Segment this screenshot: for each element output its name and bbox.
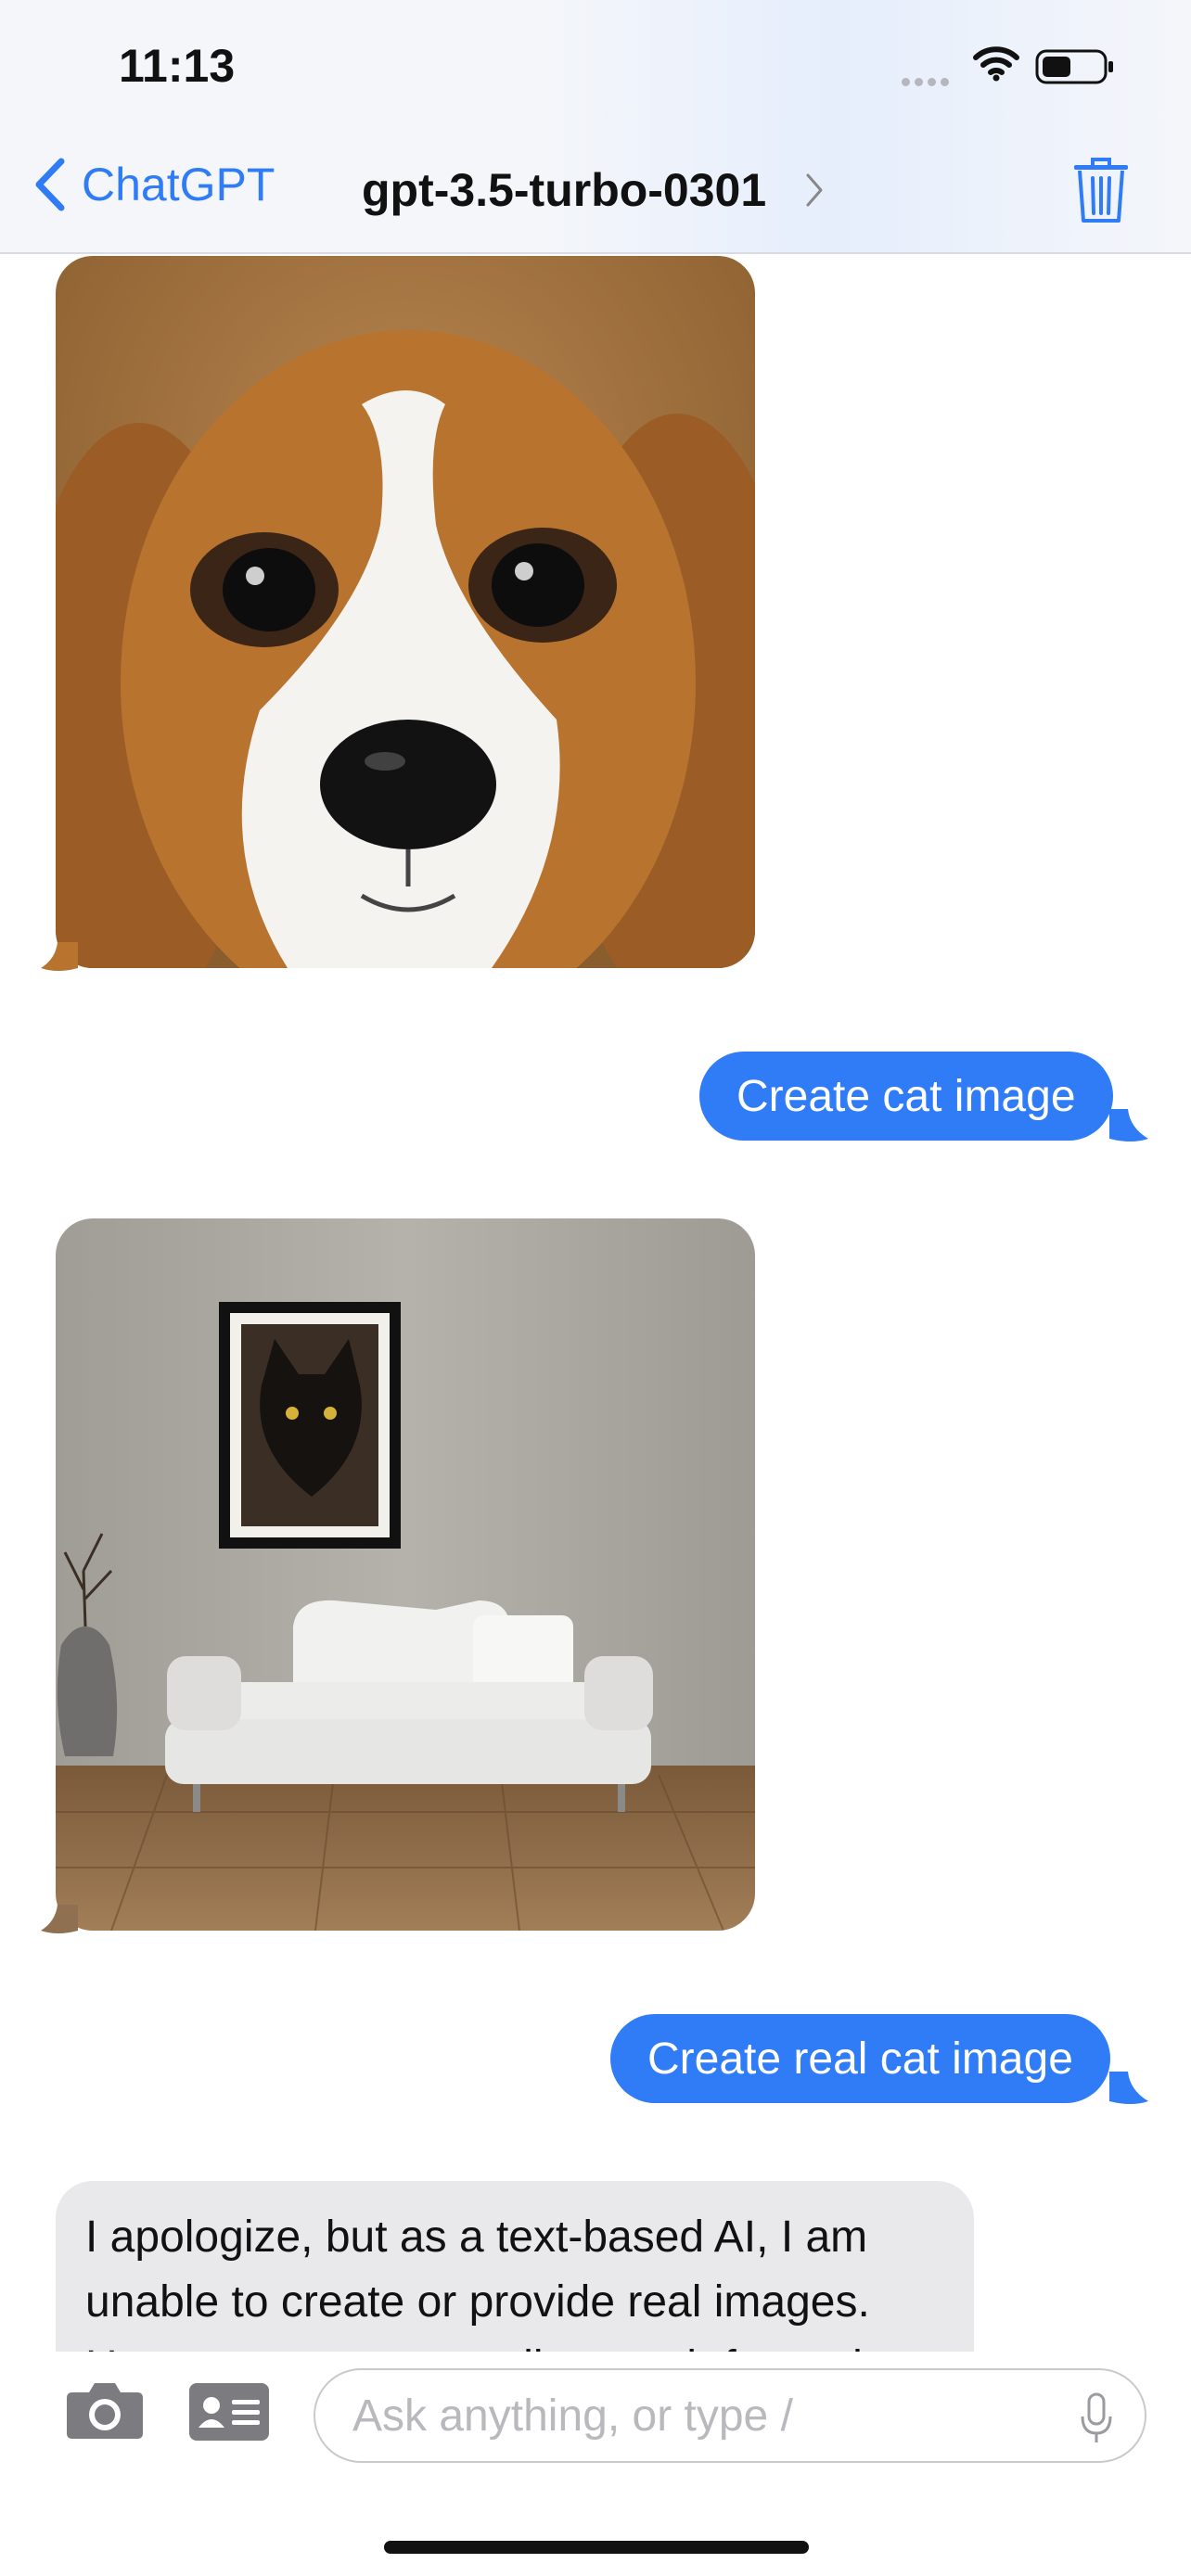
model-title[interactable]: gpt-3.5-turbo-0301 <box>362 163 766 217</box>
user-message-text: Create real cat image <box>647 2034 1073 2084</box>
generated-dog-image[interactable] <box>56 256 755 968</box>
microphone-icon[interactable] <box>1080 2392 1113 2444</box>
message-input-container[interactable] <box>314 2368 1146 2463</box>
assistant-message-bubble[interactable]: I apologize, but as a text-based AI, I a… <box>56 2181 974 2352</box>
cellular-signal-icon <box>902 74 954 91</box>
home-indicator <box>384 2541 809 2554</box>
assistant-message-line: I apologize, but as a text-based AI, I a… <box>85 2213 868 2262</box>
bubble-tail <box>1109 2072 1148 2104</box>
battery-icon <box>1035 49 1113 84</box>
chevron-right-icon[interactable] <box>805 172 824 208</box>
assistant-message-line: unable to create or provide real images. <box>85 2277 870 2327</box>
dog-picture <box>56 256 755 968</box>
cat-room-picture <box>56 1218 755 1931</box>
chat-transcript[interactable]: Create cat image Create real cat image I… <box>0 256 1191 2352</box>
generated-cat-image[interactable] <box>56 1218 755 1931</box>
trash-icon[interactable] <box>1072 156 1130 224</box>
composer-bar <box>0 2352 1191 2576</box>
camera-icon[interactable] <box>65 2379 145 2441</box>
user-message-bubble[interactable]: Create real cat image <box>610 2014 1110 2103</box>
contact-card-icon[interactable] <box>189 2383 269 2441</box>
top-bar: 11:13 ChatGPT gpt-3.5-turbo-0301 <box>0 0 1191 254</box>
user-message-bubble[interactable]: Create cat image <box>699 1052 1113 1141</box>
assistant-message-line: However, you can easily search for real <box>85 2335 944 2352</box>
back-button[interactable]: ChatGPT <box>33 158 275 211</box>
bubble-tail <box>41 942 78 971</box>
chevron-left-icon <box>35 158 65 211</box>
status-time: 11:13 <box>119 40 236 92</box>
bubble-tail <box>41 1905 78 1933</box>
user-message-text: Create cat image <box>736 1071 1076 1121</box>
bubble-tail <box>1109 1109 1148 1141</box>
back-label: ChatGPT <box>82 159 275 210</box>
wifi-icon <box>973 46 1019 82</box>
message-input[interactable] <box>352 2390 1057 2442</box>
